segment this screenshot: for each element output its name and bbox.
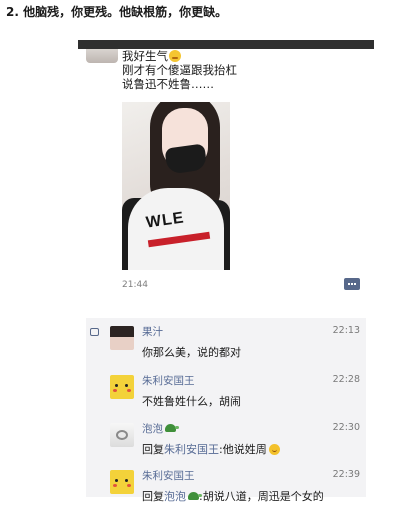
avatar[interactable] [110, 423, 134, 447]
moments-post-card: 我好生气 刚才有个傻逼跟我抬杠 说鲁迅不姓鲁…… WLE 21:44 果汁 22… [78, 40, 374, 503]
comment-text: 回复泡泡:胡说八道，周迅是个女的 [142, 490, 324, 503]
avatar[interactable] [110, 470, 134, 494]
page-heading: 2. 他脑残，你更残。他缺根筋，你更缺。 [6, 5, 228, 19]
avatar[interactable] [110, 375, 134, 399]
post-time: 21:44 [122, 280, 148, 290]
comment-author[interactable]: 果汁 [142, 324, 163, 339]
comment-icon[interactable] [344, 278, 360, 290]
comment-time: 22:28 [332, 374, 360, 385]
comment-time: 22:39 [332, 469, 360, 480]
comment-author-wrap: 泡泡 [142, 421, 179, 436]
comment-item[interactable]: 朱利安国王 22:28 不姓鲁姓什么，胡闹 [110, 373, 366, 421]
comment-author[interactable]: 朱利安国王 [142, 468, 195, 483]
comment-time: 22:13 [332, 325, 360, 336]
turtle-icon [165, 424, 179, 432]
post-line-2: 刚才有个傻逼跟我抬杠 [122, 63, 237, 77]
comment-item[interactable]: 泡泡 22:30 回复朱利安国王:他说姓周 [110, 421, 366, 469]
post-text: 我好生气 刚才有个傻逼跟我抬杠 说鲁迅不姓鲁…… [122, 49, 237, 91]
post-photo[interactable]: WLE [122, 102, 230, 270]
comment-text: 回复朱利安国王:他说姓周 [142, 441, 280, 457]
comment-bubble-icon [90, 328, 99, 336]
comments-section: 果汁 22:13 你那么美，说的都对 朱利安国王 22:28 不姓鲁姓什么，胡闹… [86, 318, 366, 503]
top-bar [78, 40, 374, 49]
comment-item[interactable]: 朱利安国王 22:39 回复泡泡:胡说八道，周迅是个女的 [110, 468, 366, 516]
smile-emoji-icon [268, 444, 280, 455]
comment-time: 22:30 [332, 422, 360, 433]
post-line-3: 说鲁迅不姓鲁…… [122, 77, 214, 91]
comment-text: 不姓鲁姓什么，胡闹 [142, 395, 241, 408]
avatar[interactable] [110, 326, 134, 350]
turtle-icon [188, 492, 202, 500]
comment-item[interactable]: 果汁 22:13 你那么美，说的都对 [110, 324, 366, 372]
comment-text: 你那么美，说的都对 [142, 346, 241, 359]
comment-author[interactable]: 泡泡 [142, 423, 163, 435]
poster-avatar[interactable] [86, 49, 118, 63]
comment-author[interactable]: 朱利安国王 [142, 373, 195, 388]
reply-target[interactable]: 朱利安国王 [164, 443, 219, 456]
post-line-1: 我好生气 [122, 49, 237, 63]
angry-face-emoji-icon [169, 50, 181, 62]
